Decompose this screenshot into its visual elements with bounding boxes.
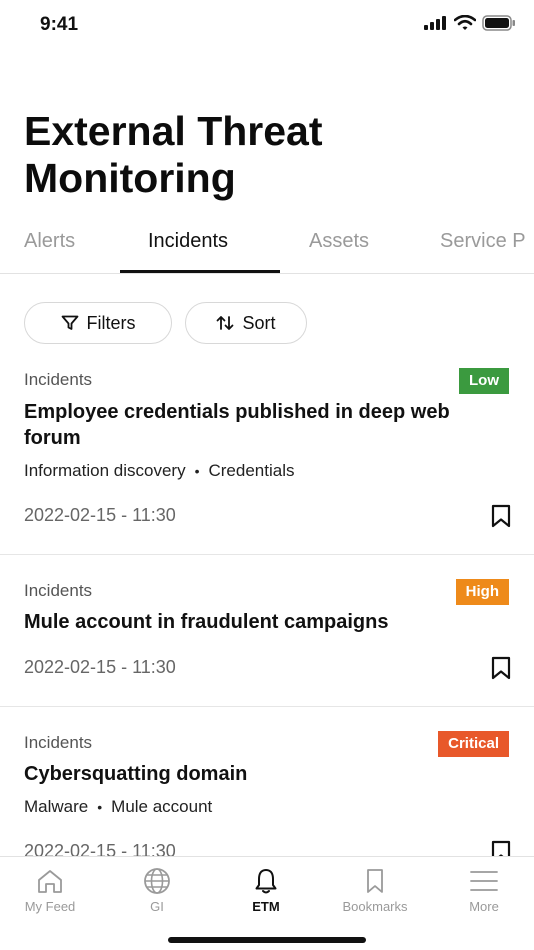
bookmark-icon — [367, 869, 383, 893]
card-category: Incidents — [24, 370, 93, 389]
bookmark-icon[interactable] — [490, 504, 512, 528]
tab-assets[interactable]: Assets — [309, 230, 369, 253]
sort-icon — [217, 316, 234, 330]
severity-badge: Low — [459, 368, 509, 394]
nav-more[interactable]: More — [434, 867, 534, 914]
card-title: Mule account in fraudulent campaigns — [24, 611, 389, 633]
wifi-icon — [454, 15, 476, 30]
card-tag: Mule account — [111, 797, 213, 816]
nav-label: My Feed — [24, 899, 76, 914]
card-tag: Information discovery — [24, 461, 186, 480]
card-tag: Malware — [24, 797, 89, 816]
card-tags: Information discovery • Credentials — [24, 461, 294, 481]
home-icon — [38, 870, 62, 893]
nav-bookmarks[interactable]: Bookmarks — [325, 867, 425, 914]
bottom-nav: My Feed GI ETM Bookmarks More — [0, 856, 534, 950]
nav-my-feed[interactable]: My Feed — [0, 867, 100, 914]
card-tags: Malware • Mule account — [24, 797, 212, 817]
card-category: Incidents — [24, 733, 93, 752]
filter-icon — [61, 315, 78, 330]
card-tag: Credentials — [208, 461, 295, 480]
status-bar: 9:41 — [0, 0, 534, 50]
sort-label: Sort — [242, 312, 276, 333]
home-indicator — [168, 937, 366, 943]
bell-icon — [255, 869, 277, 894]
filters-button[interactable]: Filters — [24, 302, 172, 344]
card-date: 2022-02-15 - 11:30 — [24, 505, 176, 525]
severity-badge: Critical — [438, 731, 509, 757]
menu-icon — [470, 871, 498, 891]
nav-label: More — [469, 899, 499, 914]
nav-label: ETM — [252, 899, 280, 914]
tag-separator: • — [97, 799, 103, 815]
bookmark-icon[interactable] — [490, 656, 512, 680]
sort-button[interactable]: Sort — [185, 302, 307, 344]
tab-bar: Alerts Incidents Assets Service P — [0, 218, 534, 274]
tab-service-providers[interactable]: Service P — [440, 230, 526, 253]
active-tab-indicator — [120, 270, 280, 273]
incident-card[interactable]: Incidents Low Employee credentials publi… — [0, 368, 534, 555]
battery-icon — [482, 15, 515, 31]
tab-incidents[interactable]: Incidents — [148, 230, 228, 253]
card-category: Incidents — [24, 581, 93, 600]
tab-alerts[interactable]: Alerts — [24, 230, 75, 253]
nav-gi[interactable]: GI — [107, 867, 207, 914]
filters-label: Filters — [86, 312, 136, 333]
nav-label: Bookmarks — [342, 899, 408, 914]
card-title: Employee credentials published in deep w… — [24, 401, 450, 449]
severity-badge: High — [455, 579, 509, 605]
card-date: 2022-02-15 - 11:30 — [24, 657, 176, 677]
globe-icon — [144, 868, 170, 894]
status-time: 9:41 — [40, 14, 79, 35]
nav-etm[interactable]: ETM — [216, 867, 316, 914]
tag-separator: • — [194, 463, 200, 479]
incident-card[interactable]: Incidents High Mule account in fraudulen… — [0, 579, 534, 707]
status-icons — [424, 15, 516, 31]
incident-card[interactable]: Incidents Critical Cybersquatting domain… — [0, 731, 534, 864]
page-title: External Threat Monitoring — [24, 108, 323, 201]
nav-label: GI — [150, 899, 164, 914]
card-title: Cybersquatting domain — [24, 763, 248, 785]
signal-icon — [424, 16, 446, 30]
